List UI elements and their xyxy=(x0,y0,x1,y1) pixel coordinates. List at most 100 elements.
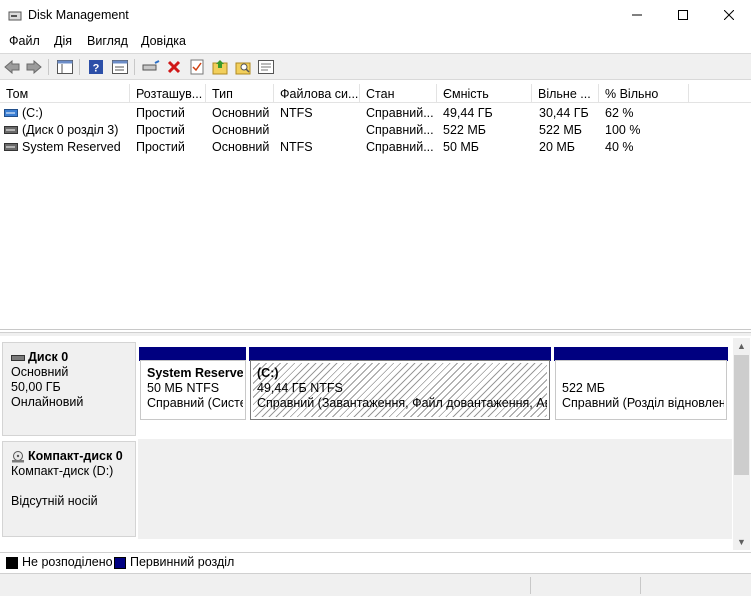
disk-graphical-view: Диск 0 Основний 50,00 ГБ Онлайновий Syst… xyxy=(0,338,751,552)
help-icon: ? xyxy=(89,60,103,75)
toolbar-separator xyxy=(134,59,135,75)
minimize-button[interactable] xyxy=(614,0,660,30)
cdrom-0-label[interactable]: Компакт-диск 0 Компакт-диск (D:) Відсутн… xyxy=(2,441,136,537)
volume-percent-free: 40 % xyxy=(605,140,634,154)
status-separator xyxy=(640,577,641,594)
partition-color-bar xyxy=(139,347,246,361)
connect-drive-button[interactable] xyxy=(142,58,160,76)
status-separator xyxy=(530,577,531,594)
delete-icon xyxy=(167,60,181,74)
toolbar-separator xyxy=(79,59,80,75)
disk-0-state: Онлайновий xyxy=(11,395,84,409)
show-action-pane-button[interactable] xyxy=(111,58,129,76)
search-folder-button[interactable] xyxy=(234,58,252,76)
menu-view[interactable]: Вигляд xyxy=(87,34,128,48)
forward-button[interactable] xyxy=(25,58,43,76)
column-header-type[interactable]: Тип xyxy=(206,84,274,103)
volume-name: (Диск 0 розділ 3) xyxy=(22,123,119,137)
check-button[interactable] xyxy=(188,58,206,76)
svg-text:?: ? xyxy=(93,63,100,75)
cdrom-0-type: Компакт-диск (D:) xyxy=(11,464,114,478)
partition-name xyxy=(562,366,720,381)
volume-status: Справний... xyxy=(366,140,434,154)
scroll-up-icon[interactable]: ▲ xyxy=(733,338,750,354)
graph-vertical-scrollbar[interactable]: ▲ ▼ xyxy=(733,338,750,550)
volume-free-space: 20 МБ xyxy=(539,140,575,154)
volume-capacity: 49,44 ГБ xyxy=(443,106,493,120)
disk-0-name: Диск 0 xyxy=(28,350,69,364)
pane-splitter[interactable] xyxy=(0,332,751,336)
volume-status: Справний... xyxy=(366,106,434,120)
toolbar-separator xyxy=(48,59,49,75)
volume-list: Том Розташув... Тип Файлова си... Стан Є… xyxy=(0,84,751,330)
show-hide-tree-button[interactable] xyxy=(56,58,74,76)
partition-name: (C:) xyxy=(257,366,279,380)
partition-recovery[interactable]: 522 МБ Справний (Розділ відновленн xyxy=(555,360,727,420)
volume-capacity: 50 МБ xyxy=(443,140,479,154)
menu-file[interactable]: Файл xyxy=(9,34,40,48)
volume-capacity: 522 МБ xyxy=(443,123,486,137)
help-button[interactable]: ? xyxy=(87,58,105,76)
scroll-thumb[interactable] xyxy=(734,355,749,475)
volume-percent-free: 100 % xyxy=(605,123,641,137)
column-header-free-space[interactable]: Вільне ... xyxy=(532,84,599,103)
legend: Не розподілено Первинний розділ xyxy=(0,552,751,572)
partition-size: 49,44 ГБ NTFS xyxy=(257,381,343,395)
volume-type: Основний xyxy=(212,123,270,137)
partition-system-reserved[interactable]: System Reserved 50 МБ NTFS Справний (Сис… xyxy=(140,360,246,420)
scroll-down-icon[interactable]: ▼ xyxy=(733,534,750,550)
menu-help[interactable]: Довідка xyxy=(141,34,186,48)
status-bar xyxy=(0,573,751,596)
column-header-percent-free[interactable]: % Вільно xyxy=(599,84,689,103)
partition-color-bar xyxy=(554,347,728,361)
table-row[interactable]: (Диск 0 розділ 3) Простий Основний Справ… xyxy=(0,122,751,139)
disk-management-icon xyxy=(8,11,22,21)
hard-disk-icon xyxy=(11,354,25,361)
column-header-volume[interactable]: Том xyxy=(0,84,130,103)
volume-icon xyxy=(4,109,18,117)
legend-primary: Первинний розділ xyxy=(130,555,235,569)
toolbar: ? xyxy=(0,53,751,80)
action-pane-icon xyxy=(112,60,128,74)
partition-size: 50 МБ NTFS xyxy=(147,381,220,395)
volume-layout: Простий xyxy=(136,106,185,120)
column-header-layout[interactable]: Розташув... xyxy=(130,84,206,103)
properties-button[interactable] xyxy=(257,58,275,76)
unallocated-swatch xyxy=(6,557,18,569)
column-header-filesystem[interactable]: Файлова си... xyxy=(274,84,360,103)
delete-button[interactable] xyxy=(165,58,183,76)
column-header-status[interactable]: Стан xyxy=(360,84,437,103)
close-icon xyxy=(724,10,734,20)
partition-status: Справний (Розділ відновленн xyxy=(562,396,726,410)
primary-swatch xyxy=(114,557,126,569)
menu-action[interactable]: Дія xyxy=(54,34,72,48)
arrow-right-icon xyxy=(26,60,42,74)
volume-name: System Reserved xyxy=(22,140,121,154)
minimize-icon xyxy=(632,14,642,16)
disk-0-label[interactable]: Диск 0 Основний 50,00 ГБ Онлайновий xyxy=(2,342,136,436)
back-button[interactable] xyxy=(3,58,21,76)
window-title: Disk Management xyxy=(28,8,129,22)
volume-layout: Простий xyxy=(136,123,185,137)
table-row[interactable]: System Reserved Простий Основний NTFS Сп… xyxy=(0,139,751,156)
cdrom-0-name: Компакт-диск 0 xyxy=(28,449,123,463)
maximize-icon xyxy=(678,10,688,20)
partition-c[interactable]: (C:) 49,44 ГБ NTFS Справний (Завантаженн… xyxy=(250,360,550,420)
close-button[interactable] xyxy=(706,0,751,30)
column-header-capacity[interactable]: Ємність xyxy=(437,84,532,103)
table-row[interactable]: (C:) Простий Основний NTFS Справний... 4… xyxy=(0,105,751,122)
volume-filesystem: NTFS xyxy=(280,140,313,154)
volume-percent-free: 62 % xyxy=(605,106,634,120)
volume-icon xyxy=(4,143,18,151)
legend-unallocated: Не розподілено xyxy=(22,555,113,569)
arrow-left-icon xyxy=(4,60,20,74)
properties-icon xyxy=(258,60,274,74)
volume-layout: Простий xyxy=(136,140,185,154)
checklist-icon xyxy=(190,59,204,75)
volume-free-space: 30,44 ГБ xyxy=(539,106,589,120)
volume-free-space: 522 МБ xyxy=(539,123,582,137)
open-folder-button[interactable] xyxy=(211,58,229,76)
volume-filesystem: NTFS xyxy=(280,106,313,120)
maximize-button[interactable] xyxy=(660,0,706,30)
partition-status: Справний (Завантаження, Файл довантаженн… xyxy=(257,396,549,410)
